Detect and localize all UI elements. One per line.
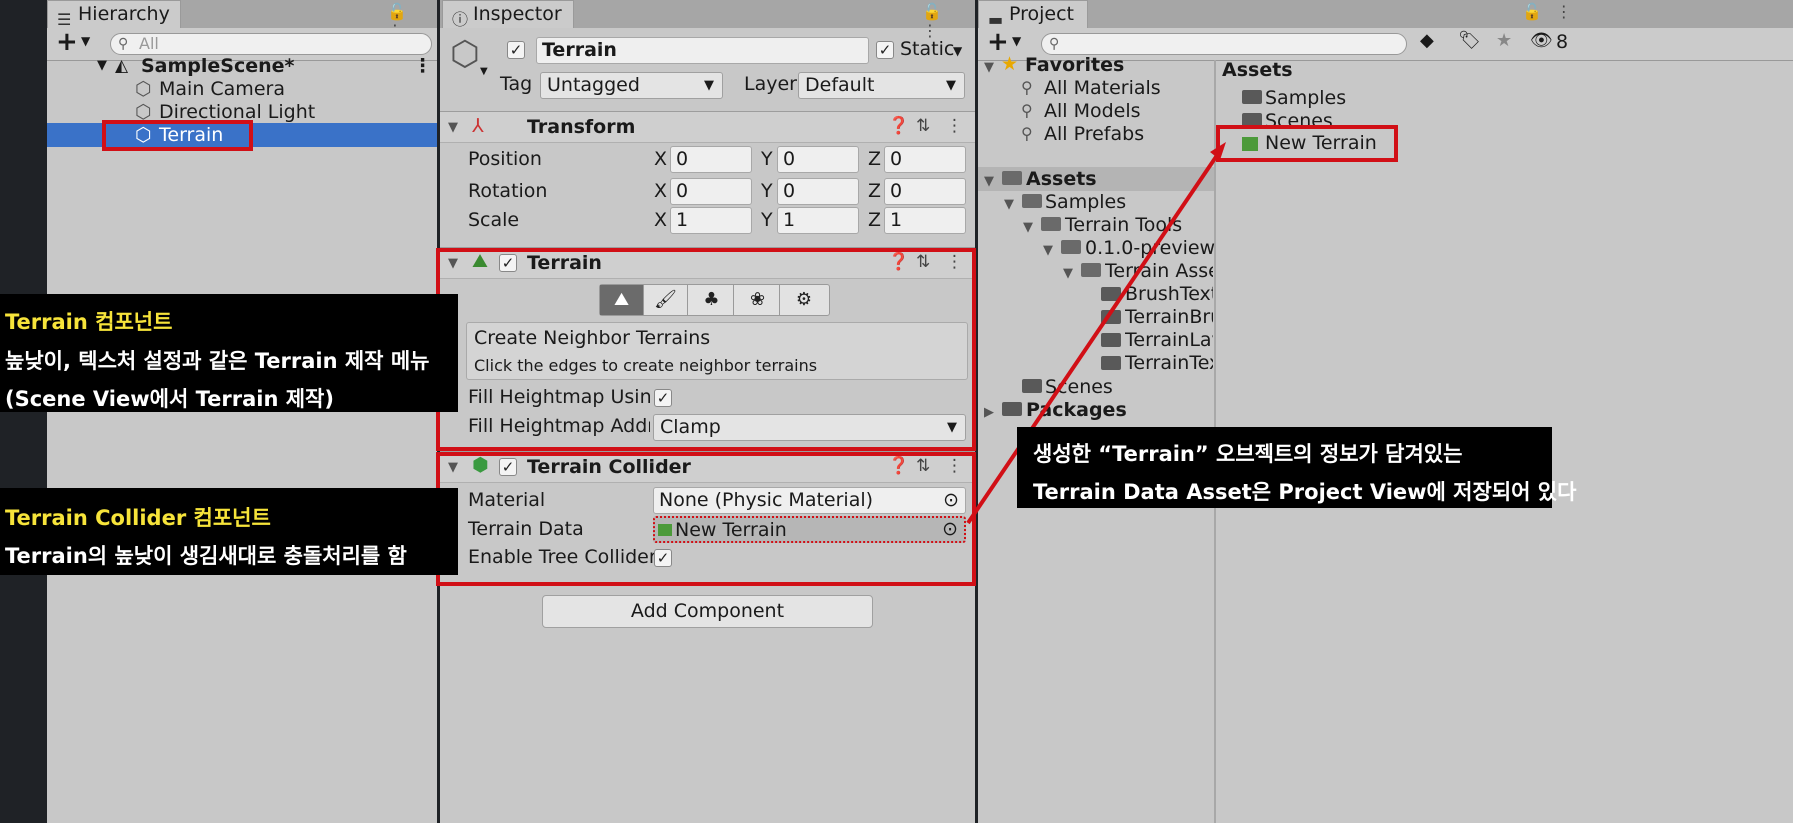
connector-arrowhead — [1210, 142, 1226, 160]
annotation-title-en: Terrain — [5, 310, 88, 334]
annotation-line: Terrain Data Asset은 Project View에 저장되어 있… — [1033, 480, 1577, 504]
project-annotation: 생성한 “Terrain” 오브젝트의 정보가 담겨있는 Terrain Dat… — [1017, 427, 1576, 508]
annotation-title-ko: 컴포넌트 — [87, 310, 173, 334]
terrain-component-annotation: Terrain 컴포넌트 높낮이, 텍스처 설정과 같은 Terrain 제작 … — [0, 294, 458, 412]
annotation-title-ko: 컴포넌트 — [186, 506, 271, 530]
annotation-title-en: Terrain Collider — [5, 506, 187, 530]
annotation-line: (Scene View에서 Terrain 제작) — [5, 387, 334, 411]
annotation-title: Terrain 컴포넌트 — [5, 306, 172, 336]
annotation-line: 생성한 “Terrain” 오브젝트의 정보가 담겨있는 — [1033, 442, 1463, 466]
terrain-collider-annotation: Terrain Collider 컴포넌트 Terrain의 높낮이 생김새대로… — [0, 488, 458, 575]
annotation-line: Terrain의 높낮이 생김새대로 충돌처리를 함 — [5, 544, 407, 568]
annotation-line: 높낮이, 텍스처 설정과 같은 Terrain 제작 메뉴 — [5, 349, 430, 373]
annotation-title: Terrain Collider 컴포넌트 — [5, 502, 271, 532]
